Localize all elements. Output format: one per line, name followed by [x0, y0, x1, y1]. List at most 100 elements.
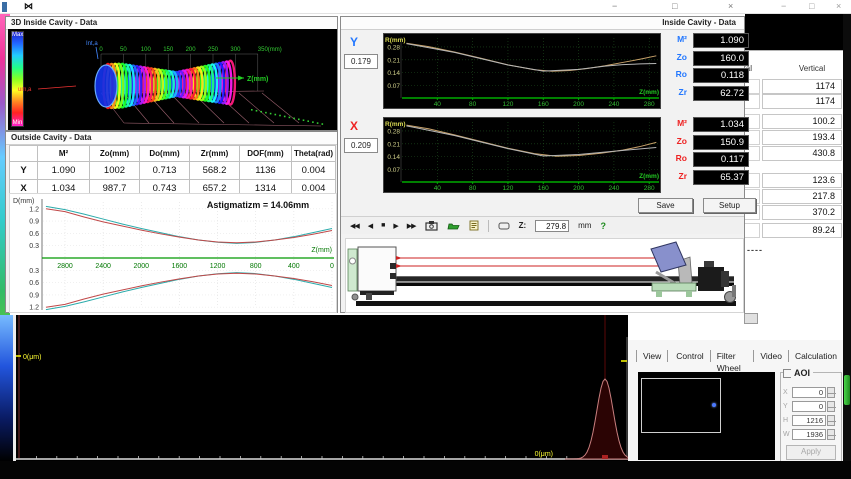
help-icon[interactable]: ? [600, 221, 606, 231]
maximize-icon[interactable]: □ [672, 0, 677, 13]
result-value: 1.090 [693, 33, 749, 48]
report-icon[interactable] [469, 220, 479, 231]
result-value: 160.0 [693, 51, 749, 66]
outside-results-table: M² Zo(mm) Do(mm) Zr(mm) DOF(mm) Theta(ra… [9, 145, 336, 198]
result-label: Zr [665, 170, 687, 183]
taskbar-icon [2, 2, 7, 12]
roi-icon[interactable] [498, 222, 510, 230]
aoi-field-row: X 0 [783, 387, 839, 398]
detector-bracket [348, 249, 357, 291]
inside-cavity-chart-x: 40801201602002402800.280.210.140.07R(mm)… [383, 117, 661, 193]
tick-label: 0.28 [387, 44, 400, 51]
close-icon[interactable]: × [728, 0, 733, 13]
rewind-icon[interactable]: ◀◀ [350, 222, 359, 230]
camera-control-panel: View Control Filter Wheel Video Calculat… [628, 340, 844, 461]
table-cell: 1.090 [38, 162, 90, 180]
maximize-icon[interactable]: □ [809, 0, 814, 13]
result-label: Zo [665, 135, 687, 148]
minimize-icon[interactable]: − [612, 0, 617, 13]
tick-label: 100 [141, 47, 152, 53]
window-title: Outside Cavity - Data [6, 132, 337, 145]
beam-spot [712, 403, 716, 407]
detector-port [390, 273, 396, 279]
minimize-icon[interactable]: − [781, 0, 786, 13]
z-position-input[interactable]: 279.8 [535, 220, 569, 232]
row-label-y: Y [10, 162, 38, 180]
aoi-x-input[interactable]: 0 [792, 387, 826, 398]
tab-control[interactable]: Control [670, 350, 710, 362]
beam-arrowhead [396, 264, 402, 268]
tick-label: 80 [469, 185, 477, 192]
tab-video[interactable]: Video [754, 350, 789, 362]
aoi-field-row: Y 0 [783, 401, 839, 412]
window-inside-cavity: Inside Cavity - Data Y 0.179 40801201602… [340, 16, 745, 313]
base-foot [686, 291, 692, 297]
aoi-w-spinner[interactable] [827, 429, 835, 440]
aoi-y-input[interactable]: 0 [792, 401, 826, 412]
tick-label: 1200 [210, 263, 226, 270]
header-cell: DOF(mm) [240, 146, 292, 162]
aoi-h-spinner[interactable] [827, 415, 835, 426]
tick-label: 300 [230, 47, 241, 53]
z-axis-arrowhead [238, 76, 244, 81]
result-label: M² [665, 33, 687, 46]
vertical-scrollbar[interactable] [843, 14, 851, 461]
data-series [406, 126, 656, 156]
open-folder-icon[interactable] [447, 221, 460, 231]
rail-schematic [345, 238, 744, 313]
vertical-value: 370.2 [762, 205, 842, 220]
3d-plot-area: Max Min 050100150200250300350(mm)Z(mm)In… [8, 29, 337, 130]
tick-label: 50 [120, 47, 127, 53]
tick-label: 0.6 [29, 280, 39, 287]
axis-label-x: X [350, 119, 358, 133]
result-label: Ro [665, 68, 687, 81]
aoi-w-input[interactable]: 1936 [792, 429, 826, 440]
aoi-region-outline[interactable] [641, 378, 721, 433]
scrollbar-thumb[interactable] [844, 375, 850, 405]
trail-dot [307, 120, 309, 122]
trail-dot [298, 119, 300, 121]
bracket-knob [350, 258, 356, 264]
apply-button[interactable]: Apply [786, 445, 836, 460]
header-cell: Zo(mm) [90, 146, 140, 162]
vertical-value: 217.8 [762, 189, 842, 204]
aoi-x-spinner[interactable] [827, 387, 835, 398]
aoi-h-input[interactable]: 1216 [792, 415, 826, 426]
vertical-value: 89.24 [762, 223, 842, 238]
step-back-icon[interactable]: ◀ [368, 222, 372, 230]
result-label: M² [665, 117, 687, 130]
header-cell: M² [38, 146, 90, 162]
camera-icon[interactable] [425, 220, 438, 231]
close-icon[interactable]: × [836, 0, 841, 13]
result-label: Zo [665, 51, 687, 64]
y-zero-label: 0(μm) [23, 354, 41, 361]
motor-block [698, 267, 724, 291]
fast-forward-icon[interactable]: ▶▶ [407, 222, 416, 230]
result-value: 65.37 [693, 170, 749, 185]
tick-label: 160 [538, 101, 549, 108]
play-icon[interactable]: ▶ [393, 222, 397, 230]
toolbar-separator [488, 220, 489, 232]
aoi-y-spinner[interactable] [827, 401, 835, 412]
table-row: Y 1.090 1002 0.713 568.2 1136 0.004 [10, 162, 336, 180]
setup-button[interactable]: Setup [703, 198, 756, 213]
x-axis-label: Z(mm) [311, 247, 332, 254]
save-button[interactable]: Save [638, 198, 693, 213]
x-zero-label: 0(μm) [535, 451, 553, 458]
result-value: 62.72 [693, 86, 749, 101]
intensity-axis-arrow [96, 47, 98, 59]
result-label: Ro [665, 152, 687, 165]
beam-profile-chart: 0(μm) 0(μm) [16, 315, 628, 461]
resize-grip[interactable] [744, 313, 758, 324]
tick-label: 1.2 [29, 305, 39, 312]
tab-filter-wheel[interactable]: Filter Wheel [711, 350, 755, 362]
motor-knob [704, 261, 714, 267]
floor-line [124, 123, 321, 126]
tick-label: 350(mm) [258, 47, 282, 53]
header-cell [10, 146, 38, 162]
astigmatism-chart: 1.21.20.90.90.60.60.30.32800240020001600… [9, 193, 337, 313]
tab-view[interactable]: View [636, 350, 668, 362]
current-radius-y: 0.179 [344, 54, 378, 69]
tab-calculation[interactable]: Calculation [789, 350, 844, 362]
stop-icon[interactable]: ■ [381, 222, 384, 229]
